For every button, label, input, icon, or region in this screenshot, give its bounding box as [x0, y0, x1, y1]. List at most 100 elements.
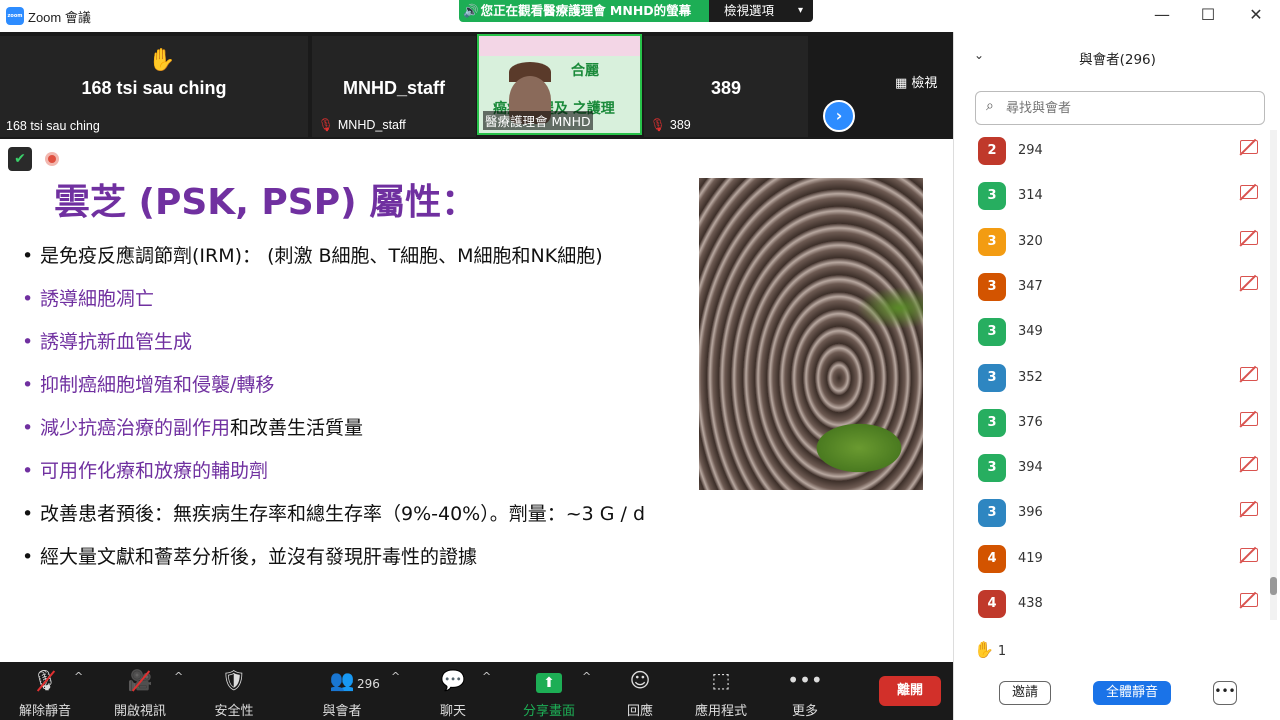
maximize-button[interactable]: ☐: [1196, 4, 1220, 26]
slide-bullet: 改善患者預後：無疾病生存率和總生存率（9%-40%）。劑量：~3 G / d: [22, 501, 702, 544]
bullet-text: 誘導抗新血管生成: [40, 331, 193, 353]
participant-row[interactable]: 3 376: [954, 400, 1274, 445]
active-speaker-tile[interactable]: 合麗 癌症 療程及 之護理 醫療護理會 MNHD: [477, 34, 642, 135]
video-options-caret[interactable]: ^: [174, 670, 183, 683]
zoom-logo-icon: zoom: [6, 7, 24, 25]
share-screen-button[interactable]: ⬆ 分享畫面: [504, 666, 594, 719]
camera-off-icon: [1240, 457, 1258, 472]
participant-row[interactable]: 3 314: [954, 173, 1274, 218]
shared-slide-title: 合麗: [571, 63, 599, 79]
search-icon: ⌕: [986, 98, 994, 114]
more-button[interactable]: ••• 更多: [760, 666, 850, 719]
slide-bullet: 減少抗癌治療的副作用和改善生活質量: [22, 415, 702, 458]
participant-name: 347: [1018, 278, 1043, 294]
participants-panel-title: 與會者(296): [1079, 52, 1156, 68]
participant-list-scrollbar[interactable]: [1270, 130, 1277, 620]
avatar: 4: [978, 590, 1006, 618]
participant-row[interactable]: 3 352: [954, 355, 1274, 400]
next-page-button[interactable]: ›: [823, 100, 855, 132]
share-screen-icon: ⬆: [536, 673, 562, 693]
mute-all-button[interactable]: 全體靜音: [1093, 681, 1171, 705]
view-options-label: 檢視選項: [724, 3, 775, 18]
participant-row[interactable]: 3 349: [954, 309, 1274, 354]
avatar: 3: [978, 408, 1006, 437]
invite-button[interactable]: 邀請: [999, 681, 1051, 705]
window-title: Zoom 會議: [28, 10, 91, 25]
view-options-button[interactable]: 檢視選項 ▾: [709, 0, 813, 22]
video-tile[interactable]: MNHD_staff 🎙 MNHD_staff: [312, 36, 476, 137]
camera-off-icon: [1240, 593, 1258, 607]
apps-icon: ⬚: [711, 668, 731, 692]
participant-row[interactable]: 3 347: [954, 264, 1274, 309]
audio-options-caret[interactable]: ^: [74, 670, 83, 683]
view-button[interactable]: ▦ 檢視: [895, 72, 937, 91]
tile-name-large: 168 tsi sau ching: [81, 78, 227, 98]
camera-off-icon: [1240, 230, 1258, 245]
chevron-down-icon: ▾: [797, 5, 803, 16]
tile-name-label: 168 tsi sau ching: [6, 119, 100, 133]
participant-row[interactable]: 3 394: [954, 445, 1274, 490]
participant-name: 314: [1018, 188, 1043, 204]
share-options-caret[interactable]: ^: [582, 670, 591, 683]
tile-name-label: 醫療護理會 MNHD: [483, 111, 593, 130]
avatar: 3: [978, 318, 1006, 347]
bullet-text: 誘導細胞凋亡: [40, 288, 155, 310]
people-icon: 👥 296: [297, 666, 387, 694]
mic-muted-icon: 🎙: [318, 118, 334, 132]
shared-slide-header: [479, 36, 640, 56]
speaker-icon: 🔊: [463, 3, 479, 18]
more-options-button[interactable]: •••: [1213, 681, 1237, 705]
bullet-text: 可用作化療和放療的輔助劑: [40, 460, 269, 482]
camera-off-icon: [1240, 411, 1258, 426]
participant-name: 349: [1018, 324, 1043, 340]
bullet-text: 抑制癌細胞增殖和侵襲/轉移: [40, 374, 275, 396]
camera-off-icon: [1240, 547, 1258, 562]
slide-bullet: 可用作化療和放療的輔助劑: [22, 458, 702, 501]
participants-button[interactable]: 👥 296 與會者: [297, 666, 387, 719]
tile-name-label: 🎙 MNHD_staff: [318, 118, 406, 132]
participant-row[interactable]: 3 320: [954, 219, 1274, 264]
apps-button[interactable]: ⬚ 應用程式: [676, 666, 766, 719]
leave-meeting-button[interactable]: 離開: [879, 676, 941, 706]
raised-hands-summary[interactable]: ✋ 1: [974, 640, 1006, 659]
slide-bullet: 經大量文獻和薈萃分析後，並沒有發現肝毒性的證據: [22, 544, 702, 587]
smiley-plus-icon: ☺: [629, 668, 651, 692]
reactions-button[interactable]: ☺ 回應: [595, 666, 685, 719]
camera-off-icon: [1240, 366, 1258, 381]
participant-search-input[interactable]: [1006, 98, 1256, 118]
chat-options-caret[interactable]: ^: [482, 670, 491, 683]
screen-share-banner: 🔊 您正在觀看醫療護理會 MNHD的螢幕: [459, 0, 709, 22]
scrollbar-thumb[interactable]: [1270, 577, 1277, 595]
avatar: 2: [978, 137, 1006, 165]
participant-search-box[interactable]: ⌕: [975, 91, 1265, 125]
video-tile[interactable]: 389 🎙 389: [644, 36, 808, 137]
camera-off-icon: [1240, 275, 1258, 290]
shared-screen: ✔ 雲芝 (PSK, PSP) 屬性： 是免疫反應調節劑(IRM)： (刺激 B…: [0, 139, 953, 662]
participant-name: 396: [1018, 505, 1043, 521]
tile-name-label: 🎙 389: [650, 118, 691, 132]
bullet-text: 是免疫反應調節劑(IRM)： (刺激 B細胞、T細胞、M細胞和NK細胞): [40, 245, 603, 267]
security-button[interactable]: 🛡 安全性: [189, 666, 279, 719]
video-tile[interactable]: ✋ 168 tsi sau ching 168 tsi sau ching: [0, 36, 308, 137]
participants-options-caret[interactable]: ^: [391, 670, 400, 683]
close-window-button[interactable]: ✕: [1244, 4, 1268, 26]
minimize-button[interactable]: —: [1150, 4, 1174, 26]
participant-row[interactable]: 4 438: [954, 581, 1274, 622]
ellipsis-icon: •••: [787, 668, 823, 692]
start-video-button[interactable]: 🎥 開啟視訊: [95, 666, 185, 719]
title-bar: zoom Zoom 會議 🔊 您正在觀看醫療護理會 MNHD的螢幕 檢視選項 ▾ …: [0, 0, 1280, 32]
participants-count: 296: [357, 677, 380, 691]
bullet-text: 減少抗癌治療的副作用: [40, 417, 231, 439]
recording-indicator-icon: [45, 152, 59, 166]
participant-list: 2 294 3 314 3 320 3 347 3 349 3 352 3 376 3 394 3 396 4 419…: [954, 128, 1274, 622]
participant-name: 419: [1018, 550, 1043, 566]
participant-name: 438: [1018, 596, 1043, 611]
tile-name-large: 389: [710, 78, 742, 98]
camera-off-icon: [1240, 140, 1258, 154]
participant-row[interactable]: 4 419: [954, 536, 1274, 581]
slide-bullet: 是免疫反應調節劑(IRM)： (刺激 B細胞、T細胞、M細胞和NK細胞): [22, 243, 702, 286]
participant-row[interactable]: 2 294: [954, 128, 1274, 173]
raised-hand-icon: ✋: [148, 48, 176, 73]
participant-row[interactable]: 3 396: [954, 490, 1274, 535]
encryption-shield-icon[interactable]: ✔: [8, 147, 32, 171]
